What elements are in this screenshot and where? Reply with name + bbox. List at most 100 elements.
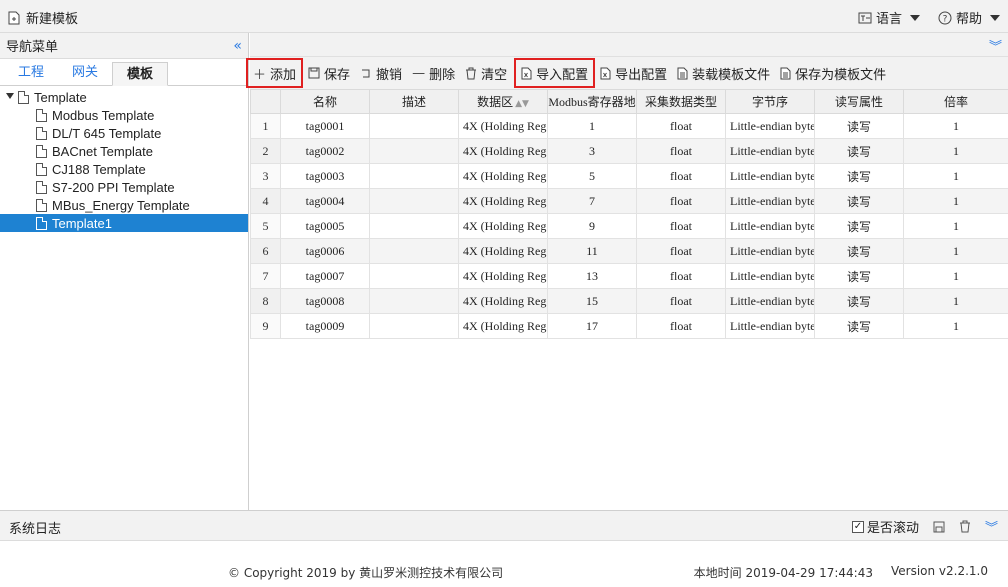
table-row[interactable]: 4 tag0004 4X (Holding Reg 7 float Little-endi… <box>250 188 1008 214</box>
table-cell-order[interactable]: Little-endian byte <box>725 263 815 289</box>
table-cell-type[interactable]: float <box>636 313 726 339</box>
sort-icon[interactable]: ▲▼ <box>515 99 529 109</box>
undo-button[interactable]: 撤销 <box>355 58 407 88</box>
clear-button[interactable]: 清空 <box>460 58 512 88</box>
column-header[interactable]: 倍率 <box>903 89 1008 114</box>
tree-item[interactable]: BACnet Template <box>0 142 248 160</box>
tree-item[interactable]: DL/T 645 Template <box>0 124 248 142</box>
tree-root[interactable]: Template <box>0 88 248 106</box>
table-cell-rate[interactable]: 1 <box>903 138 1008 164</box>
table-cell-name[interactable]: tag0006 <box>280 238 370 264</box>
table-cell-type[interactable]: float <box>636 238 726 264</box>
table-cell-order[interactable]: Little-endian byte <box>725 113 815 139</box>
table-cell-rate[interactable]: 1 <box>903 113 1008 139</box>
tree-item[interactable]: MBus_Energy Template <box>0 196 248 214</box>
language-menu[interactable]: 语言 <box>858 8 920 27</box>
expand-toggle-icon[interactable] <box>6 93 14 101</box>
table-cell-n[interactable]: 8 <box>250 288 281 314</box>
table-row[interactable]: 2 tag0002 4X (Holding Reg 3 float Little-endi… <box>250 138 1008 164</box>
table-cell-n[interactable]: 7 <box>250 263 281 289</box>
table-cell-name[interactable]: tag0002 <box>280 138 370 164</box>
new-template-button[interactable]: 新建模板 <box>8 8 78 27</box>
autoscroll-checkbox[interactable]: ✓ 是否滚动 <box>851 517 919 536</box>
column-header-sortable[interactable]: 数据区 ▲▼ <box>458 89 548 114</box>
table-cell-area[interactable]: 4X (Holding Reg <box>458 138 548 164</box>
checkbox-checked-icon[interactable]: ✓ <box>851 520 864 533</box>
table-cell-name[interactable]: tag0007 <box>280 263 370 289</box>
table-cell-addr[interactable]: 7 <box>547 188 637 214</box>
tree-item[interactable]: Modbus Template <box>0 106 248 124</box>
table-cell-rate[interactable]: 1 <box>903 263 1008 289</box>
table-cell-n[interactable]: 2 <box>250 138 281 164</box>
column-header[interactable]: 采集数据类型 <box>636 89 726 114</box>
column-header[interactable]: 描述 <box>369 89 459 114</box>
collapse-down-icon[interactable]: ︾ <box>985 517 998 536</box>
table-row[interactable]: 9 tag0009 4X (Holding Reg 17 float Little-end… <box>250 313 1008 339</box>
table-cell-order[interactable]: Little-endian byte <box>725 213 815 239</box>
load-template-button[interactable]: 装载模板文件 <box>672 58 775 88</box>
add-button[interactable]: ＋ 添加 <box>246 58 304 88</box>
table-row[interactable]: 6 tag0006 4X (Holding Reg 11 float Little-end… <box>250 238 1008 264</box>
table-cell-type[interactable]: float <box>636 113 726 139</box>
table-cell-rate[interactable]: 1 <box>903 188 1008 214</box>
table-cell-rw[interactable]: 读写 <box>814 138 904 164</box>
table-cell-rate[interactable]: 1 <box>903 213 1008 239</box>
table-cell-addr[interactable]: 3 <box>547 138 637 164</box>
table-cell-desc[interactable] <box>369 313 459 339</box>
table-cell-addr[interactable]: 1 <box>547 113 637 139</box>
save-as-template-button[interactable]: 保存为模板文件 <box>775 58 891 88</box>
table-cell-order[interactable]: Little-endian byte <box>725 313 815 339</box>
table-row[interactable]: 8 tag0008 4X (Holding Reg 15 float Little-end… <box>250 288 1008 314</box>
table-row[interactable]: 1 tag0001 4X (Holding Reg 1 float Little-endi… <box>250 113 1008 139</box>
column-header[interactable]: 名称 <box>280 89 370 114</box>
table-cell-name[interactable]: tag0004 <box>280 188 370 214</box>
trash-icon[interactable] <box>959 520 971 533</box>
table-cell-rate[interactable]: 1 <box>903 163 1008 189</box>
tree-item[interactable]: S7-200 PPI Template <box>0 178 248 196</box>
table-cell-addr[interactable]: 9 <box>547 213 637 239</box>
tree-item[interactable]: CJ188 Template <box>0 160 248 178</box>
import-config-button[interactable]: 导入配置 <box>514 58 596 88</box>
table-cell-rw[interactable]: 读写 <box>814 313 904 339</box>
table-cell-name[interactable]: tag0008 <box>280 288 370 314</box>
tab-project[interactable]: 工程 <box>4 61 58 85</box>
table-cell-area[interactable]: 4X (Holding Reg <box>458 313 548 339</box>
table-cell-n[interactable]: 9 <box>250 313 281 339</box>
table-cell-name[interactable]: tag0005 <box>280 213 370 239</box>
table-cell-desc[interactable] <box>369 163 459 189</box>
table-cell-n[interactable]: 4 <box>250 188 281 214</box>
table-cell-rw[interactable]: 读写 <box>814 188 904 214</box>
table-row[interactable]: 7 tag0007 4X (Holding Reg 13 float Little-end… <box>250 263 1008 289</box>
table-cell-area[interactable]: 4X (Holding Reg <box>458 288 548 314</box>
table-cell-n[interactable]: 1 <box>250 113 281 139</box>
column-header[interactable]: Modbus寄存器地 <box>547 89 637 114</box>
delete-button[interactable]: — 删除 <box>407 58 460 88</box>
table-cell-type[interactable]: float <box>636 288 726 314</box>
table-cell-rw[interactable]: 读写 <box>814 238 904 264</box>
tab-template[interactable]: 模板 <box>112 62 169 86</box>
table-cell-desc[interactable] <box>369 113 459 139</box>
table-cell-type[interactable]: float <box>636 188 726 214</box>
table-cell-type[interactable]: float <box>636 163 726 189</box>
table-cell-rw[interactable]: 读写 <box>814 113 904 139</box>
export-config-button[interactable]: 导出配置 <box>595 58 672 88</box>
column-header[interactable]: 读写属性 <box>814 89 904 114</box>
table-cell-type[interactable]: float <box>636 138 726 164</box>
table-cell-name[interactable]: tag0003 <box>280 163 370 189</box>
table-cell-area[interactable]: 4X (Holding Reg <box>458 163 548 189</box>
column-header[interactable]: 字节序 <box>725 89 815 114</box>
table-cell-area[interactable]: 4X (Holding Reg <box>458 263 548 289</box>
save-log-icon[interactable] <box>933 521 945 533</box>
table-cell-order[interactable]: Little-endian byte <box>725 288 815 314</box>
table-cell-desc[interactable] <box>369 288 459 314</box>
table-cell-name[interactable]: tag0001 <box>280 113 370 139</box>
table-row[interactable]: 3 tag0003 4X (Holding Reg 5 float Little-endi… <box>250 163 1008 189</box>
tab-gateway[interactable]: 网关 <box>58 61 112 85</box>
table-cell-name[interactable]: tag0009 <box>280 313 370 339</box>
table-cell-type[interactable]: float <box>636 213 726 239</box>
table-cell-order[interactable]: Little-endian byte <box>725 188 815 214</box>
table-cell-area[interactable]: 4X (Holding Reg <box>458 238 548 264</box>
table-cell-order[interactable]: Little-endian byte <box>725 238 815 264</box>
table-cell-area[interactable]: 4X (Holding Reg <box>458 113 548 139</box>
collapse-down-icon[interactable]: ︾ <box>989 36 1002 55</box>
